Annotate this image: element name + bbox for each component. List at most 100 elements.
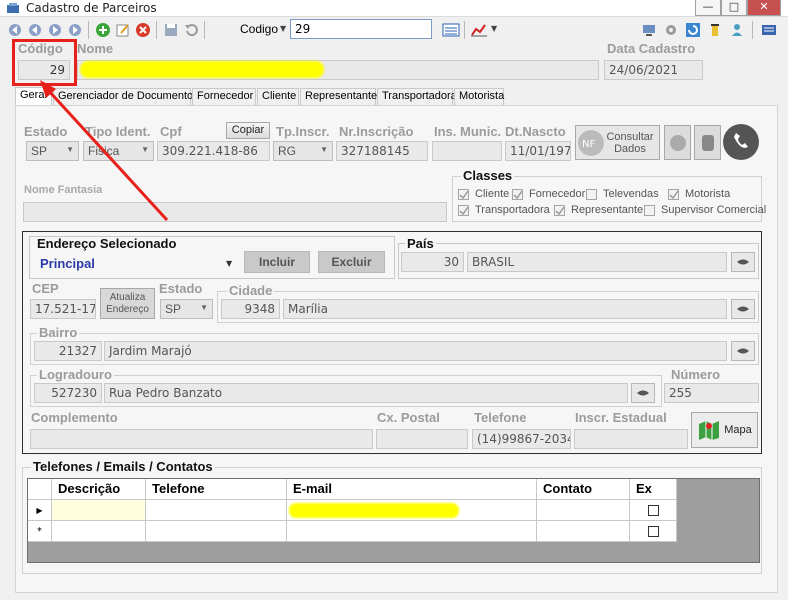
previous-record-icon[interactable] — [26, 21, 44, 39]
cx-postal-field[interactable] — [376, 429, 468, 449]
search-input[interactable]: 29 — [290, 19, 432, 39]
chevron-down-icon[interactable]: ▼ — [280, 24, 286, 33]
numero-field[interactable]: 255 — [664, 383, 759, 403]
pais-lookup-button[interactable] — [731, 252, 755, 272]
classe-checkbox[interactable] — [554, 205, 565, 216]
chart-icon[interactable] — [470, 21, 488, 39]
edit-icon[interactable] — [114, 21, 132, 39]
last-record-icon[interactable] — [66, 21, 84, 39]
endereco-selected-value[interactable]: Principal — [40, 256, 95, 271]
column-header-telefone[interactable]: Telefone — [146, 479, 287, 500]
cx-postal-label: Cx. Postal — [377, 410, 440, 425]
data-cadastro-field[interactable]: 24/06/2021 — [604, 60, 703, 80]
new-cell-telefone[interactable] — [146, 521, 287, 542]
cidade-name-field[interactable]: Marília — [283, 299, 727, 319]
bairro-code-field[interactable]: 21327 — [34, 341, 102, 361]
column-header-ex[interactable]: Ex — [630, 479, 677, 500]
incluir-button[interactable]: Incluir — [244, 251, 310, 273]
classe-checkbox[interactable] — [458, 189, 469, 200]
list-view-icon[interactable] — [442, 21, 460, 39]
tipo-ident-select[interactable]: Fisica ▼ — [83, 141, 154, 161]
chevron-down-icon[interactable]: ▼ — [226, 259, 232, 268]
tab-cliente[interactable]: Cliente — [257, 88, 299, 105]
estado-select[interactable]: SP ▼ — [26, 141, 79, 161]
ins-munic-field[interactable] — [432, 141, 502, 161]
cell-contato[interactable] — [537, 500, 630, 521]
lookup-icon — [637, 390, 649, 396]
tab-geral[interactable]: Geral — [15, 87, 52, 106]
consultar-dados-button[interactable]: NF Consultar Dados — [575, 125, 660, 160]
tab-fornecedor[interactable]: Fornecedor — [192, 88, 256, 105]
cep-field[interactable]: 17.521-171 — [30, 299, 96, 319]
new-cell-email[interactable] — [287, 521, 537, 542]
tab-motorista[interactable]: Motorista — [454, 88, 504, 105]
cidade-code-field[interactable]: 9348 — [221, 299, 280, 319]
endereco-estado-select[interactable]: SP ▼ — [160, 299, 213, 319]
tab-gerenciador-documentos[interactable]: Gerenciador de Documentos — [53, 88, 199, 105]
nr-inscricao-field[interactable]: 327188145 — [336, 141, 428, 161]
tp-inscr-select[interactable]: RG ▼ — [273, 141, 333, 161]
logradouro-lookup-button[interactable] — [631, 383, 655, 403]
telefone-field[interactable]: (14)99867-2034 — [472, 429, 571, 449]
tipo-ident-label: Tipo Ident. — [85, 124, 151, 139]
sync-button[interactable] — [664, 125, 691, 160]
refresh-icon[interactable] — [684, 21, 702, 39]
copiar-button[interactable]: Copiar — [226, 122, 270, 139]
excluir-button[interactable]: Excluir — [318, 251, 385, 273]
phone-button[interactable] — [694, 125, 721, 160]
pais-name-field[interactable]: BRASIL — [467, 252, 727, 272]
undo-icon[interactable] — [182, 21, 200, 39]
column-header-contato[interactable]: Contato — [537, 479, 630, 500]
delete-icon[interactable] — [134, 21, 152, 39]
tab-representante[interactable]: Representante — [300, 88, 377, 105]
classe-label: Representante — [571, 204, 644, 216]
pais-code-field[interactable]: 30 — [401, 252, 464, 272]
filter-icon[interactable] — [706, 21, 724, 39]
nome-fantasia-field[interactable] — [23, 202, 447, 222]
next-record-icon[interactable] — [46, 21, 64, 39]
close-button[interactable]: ✕ — [747, 0, 781, 16]
save-icon[interactable] — [162, 21, 180, 39]
classe-checkbox[interactable] — [512, 189, 523, 200]
classe-checkbox[interactable] — [586, 189, 597, 200]
menu-icon[interactable] — [760, 21, 778, 39]
user-icon[interactable] — [728, 21, 746, 39]
mapa-button[interactable]: Mapa — [691, 412, 758, 448]
gear-icon[interactable] — [662, 21, 680, 39]
inscr-estadual-field[interactable] — [574, 429, 688, 449]
bairro-name-field[interactable]: Jardim Marajó — [104, 341, 727, 361]
cell-telefone[interactable] — [146, 500, 287, 521]
call-button[interactable] — [723, 124, 759, 160]
search-field-label[interactable]: Codigo — [240, 22, 278, 36]
classe-checkbox[interactable] — [644, 205, 655, 216]
logradouro-code-field[interactable]: 527230 — [34, 383, 102, 403]
chevron-down-icon: ▼ — [200, 303, 208, 312]
classe-checkbox[interactable] — [458, 205, 469, 216]
maximize-button[interactable]: □ — [721, 0, 747, 16]
cell-email[interactable] — [287, 500, 537, 521]
column-header-email[interactable]: E-mail — [287, 479, 537, 500]
atualiza-endereco-button[interactable]: Atualiza Endereço — [100, 288, 155, 319]
cell-descricao[interactable] — [52, 500, 146, 521]
bairro-lookup-button[interactable] — [731, 341, 755, 361]
dt-nascto-field[interactable]: 11/01/1979 — [505, 141, 571, 161]
new-cell-descricao[interactable] — [52, 521, 146, 542]
cidade-lookup-button[interactable] — [731, 299, 755, 319]
network-icon[interactable] — [640, 21, 658, 39]
chart-dropdown-icon[interactable]: ▼ — [491, 24, 497, 33]
new-cell-ex[interactable] — [630, 521, 677, 542]
cpf-field[interactable]: 309.221.418-86 — [157, 141, 270, 161]
column-header-descricao[interactable]: Descrição — [52, 479, 146, 500]
tab-transportadora[interactable]: Transportadora — [377, 88, 457, 105]
contatos-grid[interactable]: Descrição Telefone E-mail Contato Ex ▶ * — [27, 478, 760, 563]
complemento-field[interactable] — [30, 429, 373, 449]
first-record-icon[interactable] — [6, 21, 24, 39]
logradouro-name-field[interactable]: Rua Pedro Banzato — [104, 383, 628, 403]
add-icon[interactable] — [94, 21, 112, 39]
new-ex-checkbox[interactable] — [648, 526, 659, 537]
classe-checkbox[interactable] — [668, 189, 679, 200]
new-cell-contato[interactable] — [537, 521, 630, 542]
cell-ex[interactable] — [630, 500, 677, 521]
ex-checkbox[interactable] — [648, 505, 659, 516]
minimize-button[interactable]: — — [695, 0, 721, 16]
